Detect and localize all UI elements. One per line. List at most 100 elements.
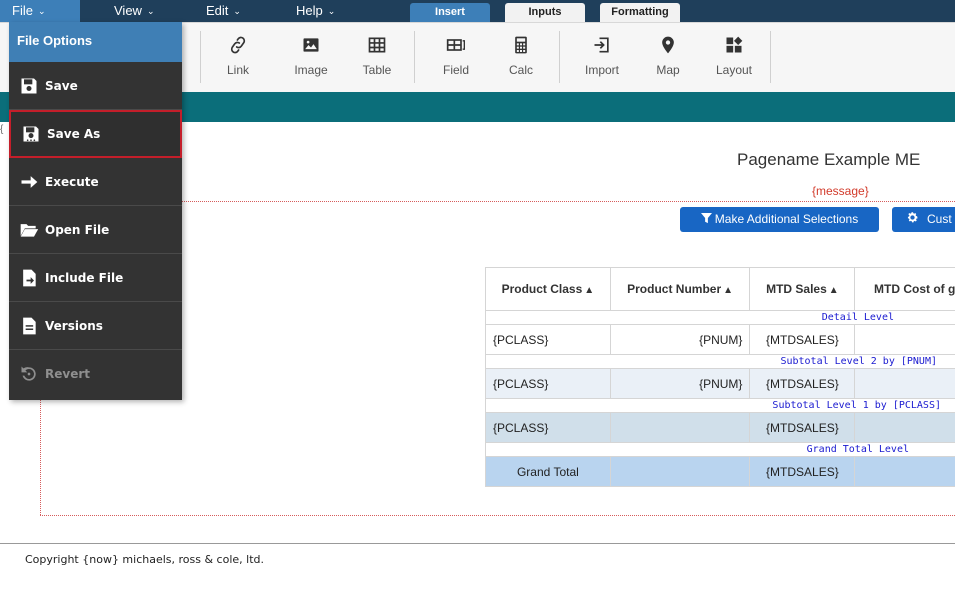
import-button[interactable]: Import: [572, 35, 632, 77]
template-brace: {: [0, 124, 4, 135]
level-label-row: Subtotal Level 2 by [PNUM]: [485, 354, 955, 369]
column-header-product-class[interactable]: Product Class ▲︎: [485, 267, 611, 311]
menu-file[interactable]: File ⌄: [0, 0, 80, 22]
make-selections-label: Make Additional Selections: [714, 212, 859, 226]
app-root: File ⌄ View ⌄ Edit ⌄ Help ⌄ Insert Inputs Fo…: [0, 0, 955, 605]
save-icon: [21, 78, 37, 93]
menu-item-execute[interactable]: Execute: [9, 158, 182, 206]
mtd-cost-cell: [854, 324, 955, 355]
menu-item-label: Include File: [45, 270, 124, 285]
menu-item-versions[interactable]: Versions: [9, 302, 182, 350]
link-icon: [208, 35, 268, 61]
menu-view[interactable]: View ⌄: [114, 0, 155, 22]
toolbar-separator: [559, 31, 560, 83]
image-button[interactable]: Image: [281, 35, 341, 77]
region-border-top: [182, 201, 955, 202]
link-label: Link: [226, 63, 249, 77]
menu-item-include-file[interactable]: Include File: [9, 254, 182, 302]
menu-item-label: Versions: [45, 318, 103, 333]
sort-icon: ▲︎: [723, 285, 734, 296]
menu-help[interactable]: Help ⌄: [296, 0, 335, 22]
column-header-mtd-cost[interactable]: MTD Cost of g: [854, 267, 955, 311]
field-button[interactable]: Field: [426, 35, 486, 77]
map-button[interactable]: Map: [638, 35, 698, 77]
pnum-cell: {PNUM}: [609, 368, 751, 399]
subtotal2-label: Subtotal Level 2 by [PNUM]: [485, 354, 955, 369]
image-label: Image: [294, 63, 328, 77]
mtdsales-cell: {MTDSALES}: [749, 368, 856, 399]
table-label: Table: [362, 63, 392, 77]
field-label: Field: [442, 63, 469, 77]
mtd-cost-cell: [854, 456, 955, 487]
menu-bar: File ⌄ View ⌄ Edit ⌄ Help ⌄ Insert Inputs Fo…: [0, 0, 955, 22]
header-label: Product Number: [627, 282, 722, 296]
make-additional-selections-button[interactable]: Make Additional Selections: [680, 207, 879, 232]
pclass-cell: {PCLASS}: [485, 412, 611, 443]
grand-total-cell: Grand Total: [485, 456, 611, 487]
menu-help-label: Help: [296, 3, 323, 18]
mtdsales-cell: {MTDSALES}: [749, 412, 856, 443]
link-button[interactable]: Link: [208, 35, 268, 77]
mtdsales-cell: {MTDSALES}: [749, 324, 856, 355]
map-pin-icon: [638, 35, 698, 61]
tab-formatting[interactable]: Formatting: [600, 3, 680, 22]
subtotal1-label: Subtotal Level 1 by [PCLASS]: [485, 398, 955, 413]
toolbar-separator: [200, 31, 201, 83]
pnum-cell: {PNUM}: [609, 324, 751, 355]
menu-edit[interactable]: Edit ⌄: [206, 0, 241, 22]
column-header-mtd-sales[interactable]: MTD Sales ▲︎: [749, 267, 856, 311]
menu-item-save-as[interactable]: Save As: [9, 110, 182, 158]
gear-icon: [907, 212, 918, 223]
tab-inputs[interactable]: Inputs: [505, 3, 585, 22]
tab-insert[interactable]: Insert: [410, 3, 490, 22]
menu-item-label: Save: [45, 78, 78, 93]
level-label-row: Detail Level: [485, 310, 955, 325]
map-label: Map: [656, 63, 680, 77]
chevron-down-icon: ⌄: [233, 6, 241, 16]
pclass-cell: {PCLASS}: [485, 324, 611, 355]
table-button[interactable]: Table: [347, 35, 407, 77]
table-row: {PCLASS} {MTDSALES}: [485, 412, 955, 443]
file-text-icon: [23, 317, 36, 334]
import-label: Import: [584, 63, 619, 77]
filter-icon: [700, 213, 712, 224]
header-label: MTD Cost of g: [874, 282, 955, 296]
save-as-icon: [23, 126, 39, 142]
calculator-icon: [491, 35, 551, 61]
chevron-down-icon: ⌄: [327, 6, 336, 16]
message-placeholder: {message}: [812, 184, 869, 198]
customize-button[interactable]: Cust: [892, 207, 955, 232]
region-border-left: [40, 400, 41, 515]
history-icon: [21, 366, 36, 381]
layout-icon: [704, 35, 764, 61]
table-row: {PCLASS} {PNUM} {MTDSALES}: [485, 368, 955, 399]
import-icon: [572, 35, 632, 61]
file-options-menu: File Options Save Save As Execute Open F…: [9, 22, 182, 400]
pclass-cell: {PCLASS}: [485, 368, 611, 399]
mtd-cost-cell: [854, 368, 955, 399]
menu-item-label: Save As: [47, 127, 101, 141]
toolbar-separator: [414, 31, 415, 83]
calc-label: Calc: [508, 63, 533, 77]
mtd-cost-cell: [854, 412, 955, 443]
field-icon: [426, 35, 486, 61]
sort-icon: ▲︎: [828, 285, 839, 296]
region-border-bottom: [40, 515, 955, 516]
header-label: Product Class: [501, 282, 583, 296]
menu-item-label: Revert: [45, 367, 90, 381]
table-row: {PCLASS} {PNUM} {MTDSALES}: [485, 324, 955, 355]
page-title: Pagename Example ME: [737, 150, 921, 169]
menu-item-label: Open File: [45, 222, 110, 237]
pnum-cell: [609, 412, 751, 443]
mtdsales-cell: {MTDSALES}: [749, 456, 856, 487]
footer-copyright: Copyright {now} michaels, ross & cole, l…: [25, 553, 265, 566]
menu-item-open-file[interactable]: Open File: [9, 206, 182, 254]
column-header-product-number[interactable]: Product Number ▲︎: [609, 267, 751, 311]
menu-item-revert[interactable]: Revert: [9, 350, 182, 398]
layout-button[interactable]: Layout: [704, 35, 764, 77]
table-icon: [347, 35, 407, 61]
menu-item-save[interactable]: Save: [9, 62, 182, 110]
customize-label: Cust: [927, 212, 952, 226]
calc-button[interactable]: Calc: [491, 35, 551, 77]
table-row: Grand Total {MTDSALES}: [485, 456, 955, 487]
